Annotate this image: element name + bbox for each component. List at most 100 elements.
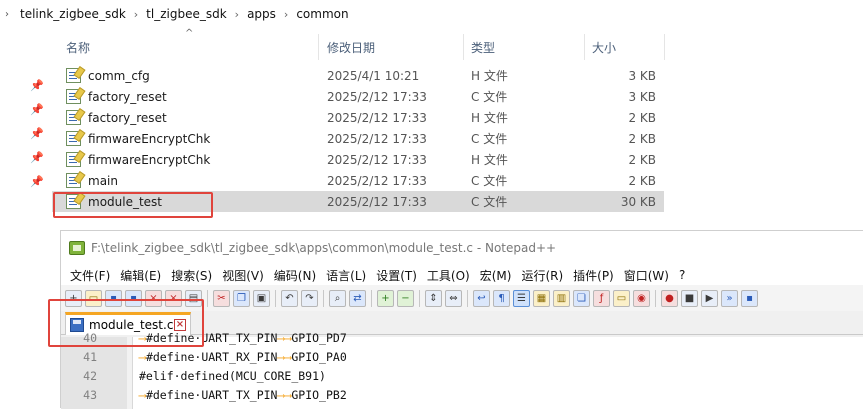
menu-language[interactable]: 语言(L) <box>321 267 371 284</box>
chevron-right-icon[interactable]: › <box>233 8 241 21</box>
file-modified: 2025/2/12 17:33 <box>327 152 427 167</box>
cut-icon[interactable]: ✂ <box>213 289 230 307</box>
menu-search[interactable]: 搜索(S) <box>166 267 217 284</box>
file-type: C 文件 <box>471 174 508 188</box>
code-text: ⟶#define·UART_RX_PIN⟶⟶GPIO_PA0 <box>139 348 347 367</box>
zoom-in-icon[interactable]: + <box>377 289 394 307</box>
menu-plugins[interactable]: 插件(P) <box>568 267 619 284</box>
toolbar-separator <box>371 289 372 307</box>
record-macro-icon[interactable]: ● <box>661 289 678 307</box>
column-divider[interactable] <box>463 34 464 60</box>
menu-window[interactable]: 窗口(W) <box>619 267 674 284</box>
menu-encoding[interactable]: 编码(N) <box>269 267 321 284</box>
word-wrap-icon[interactable]: ↩ <box>473 289 490 307</box>
replace-icon[interactable]: ⇄ <box>349 289 366 307</box>
column-header-size[interactable]: 大小 <box>592 34 616 60</box>
menu-macro[interactable]: 宏(M) <box>475 267 517 284</box>
stop-macro-icon[interactable]: ■ <box>681 289 698 307</box>
file-type: H 文件 <box>471 111 508 125</box>
tab-arrow-icon: ⟶⟶ <box>277 331 292 345</box>
code-line: 42 #elif·defined(MCU_CORE_B91) <box>61 367 863 386</box>
file-type: H 文件 <box>471 69 508 83</box>
toolbar-separator <box>467 289 468 307</box>
notepad-app-icon <box>69 241 85 255</box>
run-macro-multiple-icon[interactable]: » <box>721 289 738 307</box>
code-line: 41 ⟶#define·UART_RX_PIN⟶⟶GPIO_PA0 <box>61 348 863 367</box>
file-row[interactable]: comm_cfg 2025/4/1 10:21 H 文件 3 KB <box>52 65 664 86</box>
menu-help[interactable]: ? <box>674 268 690 282</box>
file-modified: 2025/2/12 17:33 <box>327 194 427 209</box>
redo-icon[interactable]: ↷ <box>301 289 318 307</box>
file-size: 2 KB <box>628 152 656 167</box>
function-list-icon[interactable]: ƒ <box>593 289 610 307</box>
file-modified: 2025/2/12 17:33 <box>327 110 427 125</box>
breadcrumb-item[interactable]: common <box>290 7 354 21</box>
menu-run[interactable]: 运行(R) <box>516 267 568 284</box>
file-row[interactable]: factory_reset 2025/2/12 17:33 H 文件 2 KB <box>52 107 664 128</box>
chevron-right-icon[interactable]: › <box>132 8 140 21</box>
column-header-modified[interactable]: 修改日期 <box>327 34 375 60</box>
file-row[interactable]: firmwareEncryptChk 2025/2/12 17:33 H 文件 … <box>52 149 664 170</box>
source-file-icon <box>66 89 81 104</box>
user-language-icon[interactable]: ▦ <box>533 289 550 307</box>
indent-guide-icon[interactable]: ☰ <box>513 289 530 307</box>
column-divider[interactable] <box>584 34 585 60</box>
toolbar-separator <box>207 289 208 307</box>
tab-arrow-icon: ⟶⟶ <box>277 388 292 402</box>
file-size: 2 KB <box>628 173 656 188</box>
chevron-right-icon[interactable]: › <box>282 8 290 21</box>
menu-view[interactable]: 视图(V) <box>217 267 269 284</box>
file-row[interactable]: factory_reset 2025/2/12 17:33 C 文件 3 KB <box>52 86 664 107</box>
toolbar-separator <box>275 289 276 307</box>
copy-icon[interactable]: ❐ <box>233 289 250 307</box>
highlight-box-tab <box>48 299 204 347</box>
file-name: main <box>88 173 118 188</box>
doc-map-icon[interactable]: ▥ <box>553 289 570 307</box>
title-bar[interactable]: F:\telink_zigbee_sdk\tl_zigbee_sdk\apps\… <box>61 231 863 265</box>
breadcrumb-item[interactable]: apps <box>241 7 282 21</box>
file-modified: 2025/2/12 17:33 <box>327 89 427 104</box>
breadcrumb-item[interactable]: tl_zigbee_sdk <box>140 7 233 21</box>
pin-icon: 📌 <box>30 175 44 188</box>
code-line: 43 ⟶#define·UART_TX_PIN⟶⟶GPIO_PB2 <box>61 386 863 405</box>
save-macro-icon[interactable]: ▪ <box>741 289 758 307</box>
chevron-right-icon[interactable]: › <box>0 9 14 20</box>
play-macro-icon[interactable]: ▶ <box>701 289 718 307</box>
document-list-icon[interactable]: ❏ <box>573 289 590 307</box>
column-divider[interactable] <box>318 34 319 60</box>
sync-vertical-icon[interactable]: ⇕ <box>425 289 442 307</box>
file-name: firmwareEncryptChk <box>88 152 211 167</box>
monitoring-icon[interactable]: ◉ <box>633 289 650 307</box>
menu-settings[interactable]: 设置(T) <box>371 267 422 284</box>
zoom-out-icon[interactable]: − <box>397 289 414 307</box>
menu-file[interactable]: 文件(F) <box>65 267 115 284</box>
column-divider[interactable] <box>664 34 665 60</box>
show-all-chars-icon[interactable]: ¶ <box>493 289 510 307</box>
file-modified: 2025/2/12 17:33 <box>327 173 427 188</box>
file-modified: 2025/4/1 10:21 <box>327 68 420 83</box>
column-header-name[interactable]: 名称 <box>66 34 90 60</box>
code-value: GPIO_PA0 <box>291 350 347 364</box>
folder-workspace-icon[interactable]: ▭ <box>613 289 630 307</box>
tab-arrow-icon: ⟶⟶ <box>277 350 292 364</box>
code-text: ⟶#define·UART_TX_PIN⟶⟶GPIO_PB2 <box>139 386 347 405</box>
find-icon[interactable]: ⌕ <box>329 289 346 307</box>
toolbar-separator <box>419 289 420 307</box>
file-row[interactable]: firmwareEncryptChk 2025/2/12 17:33 C 文件 … <box>52 128 664 149</box>
file-name: factory_reset <box>88 110 167 125</box>
menu-edit[interactable]: 编辑(E) <box>115 267 166 284</box>
paste-icon[interactable]: ▣ <box>253 289 270 307</box>
sync-horizontal-icon[interactable]: ⇔ <box>445 289 462 307</box>
file-row[interactable]: main 2025/2/12 17:33 C 文件 2 KB <box>52 170 664 191</box>
breadcrumb: › telink_zigbee_sdk › tl_zigbee_sdk › ap… <box>0 0 863 28</box>
menu-tools[interactable]: 工具(O) <box>422 267 475 284</box>
column-header-type[interactable]: 类型 <box>471 34 495 60</box>
code-editor[interactable]: 40 ⟶#define·UART_TX_PIN⟶⟶GPIO_PD7 41 ⟶#d… <box>61 331 863 409</box>
code-text: #elif·defined(MCU_CORE_B91) <box>139 369 326 383</box>
file-size: 30 KB <box>620 194 656 209</box>
line-number: 41 <box>83 350 97 364</box>
file-type: C 文件 <box>471 195 508 209</box>
file-type: C 文件 <box>471 132 508 146</box>
undo-icon[interactable]: ↶ <box>281 289 298 307</box>
breadcrumb-item[interactable]: telink_zigbee_sdk <box>14 7 132 21</box>
